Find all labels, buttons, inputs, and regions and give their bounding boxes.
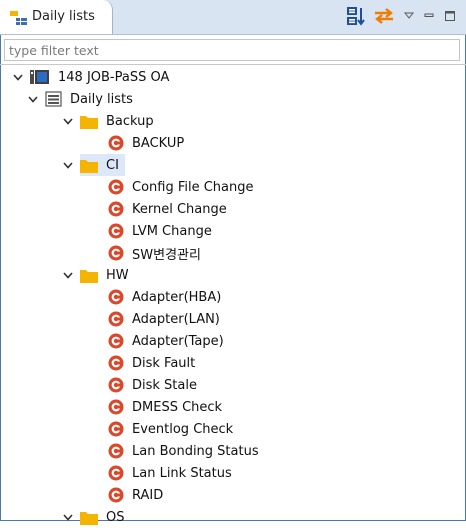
tree-item-disk-stale[interactable]: Disk Stale bbox=[108, 374, 199, 396]
tree-item-label: BACKUP bbox=[132, 135, 185, 151]
check-item-icon bbox=[108, 311, 124, 327]
filter-input[interactable] bbox=[4, 39, 460, 61]
server-icon bbox=[30, 70, 49, 84]
tree-item-lvm-change[interactable]: LVM Change bbox=[108, 220, 214, 242]
minimize-button[interactable] bbox=[421, 5, 437, 27]
check-item-icon bbox=[108, 355, 124, 371]
tree-item-label: Lan Bonding Status bbox=[132, 443, 259, 459]
tree-item-raid[interactable]: RAID bbox=[108, 484, 165, 506]
tree-node-label: Backup bbox=[106, 113, 154, 129]
sort-button[interactable] bbox=[345, 5, 367, 27]
tree-item-eventlog-check[interactable]: Eventlog Check bbox=[108, 418, 235, 440]
tree-node-label: OS bbox=[106, 509, 125, 525]
check-item-icon bbox=[108, 223, 124, 239]
tree-item-backup[interactable]: BACKUP bbox=[108, 132, 186, 154]
view-menu-button[interactable] bbox=[401, 5, 417, 27]
tree-view: 148 JOB-PaSS OA Daily lists Backup BACKU… bbox=[0, 66, 466, 525]
sync-arrows-icon bbox=[375, 8, 393, 24]
tree-item-config-file-change[interactable]: Config File Change bbox=[108, 176, 256, 198]
check-item-icon bbox=[108, 443, 124, 459]
sort-alphabetical-icon bbox=[347, 7, 365, 26]
tree-node-root[interactable]: 148 JOB-PaSS OA bbox=[12, 66, 171, 88]
tree-item-label: SW변경관리 bbox=[132, 247, 201, 263]
chevron-down-icon[interactable] bbox=[62, 159, 74, 171]
check-item-icon bbox=[108, 245, 124, 261]
chevron-down-icon[interactable] bbox=[62, 269, 74, 281]
tree-item-lan-bonding-status[interactable]: Lan Bonding Status bbox=[108, 440, 261, 462]
tree-item-adapter-tape[interactable]: Adapter(Tape) bbox=[108, 330, 226, 352]
tree-item-disk-fault[interactable]: Disk Fault bbox=[108, 352, 197, 374]
tree-item-label: Eventlog Check bbox=[132, 421, 234, 437]
tree-item-label: Disk Stale bbox=[132, 377, 197, 393]
tree-node-daily-lists[interactable]: Daily lists bbox=[27, 88, 135, 110]
tree-item-adapter-lan[interactable]: Adapter(LAN) bbox=[108, 308, 222, 330]
check-item-icon bbox=[108, 289, 124, 305]
folder-icon bbox=[80, 115, 98, 129]
tree-item-dmess-check[interactable]: DMESS Check bbox=[108, 396, 224, 418]
tree-node-label: HW bbox=[106, 267, 129, 283]
tree-node-ci[interactable]: CI bbox=[62, 154, 125, 176]
check-item-icon bbox=[108, 377, 124, 393]
tree-node-os[interactable]: OS bbox=[62, 506, 126, 528]
folder-icon bbox=[80, 511, 98, 525]
tree-item-kernel-change[interactable]: Kernel Change bbox=[108, 198, 229, 220]
chevron-down-icon bbox=[403, 12, 415, 19]
check-item-icon bbox=[108, 465, 124, 481]
link-with-editor-button[interactable] bbox=[372, 5, 396, 27]
check-item-icon bbox=[108, 135, 124, 151]
filter-bar bbox=[0, 35, 466, 65]
check-item-icon bbox=[108, 487, 124, 503]
check-item-icon bbox=[108, 179, 124, 195]
maximize-icon bbox=[445, 11, 455, 21]
tree-item-label: Adapter(Tape) bbox=[132, 333, 224, 349]
tree-item-label: LVM Change bbox=[132, 223, 212, 239]
tree-item-lan-link-status[interactable]: Lan Link Status bbox=[108, 462, 234, 484]
tree-item-label: RAID bbox=[132, 487, 164, 503]
chevron-down-icon[interactable] bbox=[62, 115, 74, 127]
folder-icon bbox=[80, 159, 98, 173]
tree-item-label: DMESS Check bbox=[132, 399, 223, 415]
tree-item-adapter-hba[interactable]: Adapter(HBA) bbox=[108, 286, 223, 308]
tab-label: Daily lists bbox=[32, 9, 95, 24]
check-item-icon bbox=[108, 399, 124, 415]
tree-node-label: Daily lists bbox=[70, 91, 133, 107]
tree-item-label: Adapter(HBA) bbox=[132, 289, 222, 305]
minimize-icon bbox=[424, 13, 434, 17]
tree-item-label: Disk Fault bbox=[132, 355, 196, 371]
tree-item-label: Config File Change bbox=[132, 179, 254, 195]
tree-view-icon bbox=[10, 11, 27, 25]
check-item-icon bbox=[108, 421, 124, 437]
chevron-down-icon[interactable] bbox=[62, 511, 74, 523]
tree-item-sw-change-management[interactable]: SW변경관리 bbox=[108, 242, 203, 264]
check-item-icon bbox=[108, 201, 124, 217]
view-header: Daily lists bbox=[0, 0, 466, 35]
list-document-icon bbox=[45, 91, 62, 107]
selected-node-highlight: CI bbox=[80, 154, 125, 176]
tree-node-hw[interactable]: HW bbox=[62, 264, 131, 286]
tree-item-label: Lan Link Status bbox=[132, 465, 232, 481]
chevron-down-icon[interactable] bbox=[27, 93, 39, 105]
tree-item-label: Adapter(LAN) bbox=[132, 311, 220, 327]
check-item-icon bbox=[108, 333, 124, 349]
tree-node-label: 148 JOB-PaSS OA bbox=[58, 69, 170, 85]
tree-node-backup[interactable]: Backup bbox=[62, 110, 156, 132]
tree-item-label: Kernel Change bbox=[132, 201, 227, 217]
chevron-down-icon[interactable] bbox=[12, 71, 24, 83]
tree-node-label: CI bbox=[106, 157, 119, 173]
folder-icon bbox=[80, 269, 98, 283]
tab-daily-lists[interactable]: Daily lists bbox=[0, 0, 113, 34]
maximize-button[interactable] bbox=[441, 5, 459, 27]
